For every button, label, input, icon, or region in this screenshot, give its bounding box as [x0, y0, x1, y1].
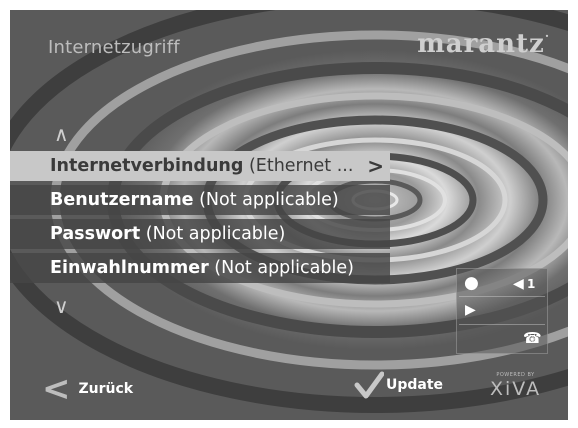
marantz-logo: marantz·	[417, 29, 550, 59]
status-panel: ● ◀ 1 ▶ ☎	[456, 268, 548, 354]
menu-item-einwahlnummer[interactable]: Einwahlnummer (Not applicable)	[10, 253, 390, 283]
menu-item-value: (Not applicable)	[193, 190, 339, 210]
scroll-up-icon[interactable]: ∧	[54, 122, 69, 146]
menu-item-value: (Ethernet ...	[243, 156, 354, 176]
scroll-down-icon[interactable]: ∨	[54, 294, 69, 318]
menu-item-internetverbindung[interactable]: Internetverbindung (Ethernet ... >	[10, 151, 390, 181]
chevron-right-icon: >	[367, 154, 384, 178]
xiva-logo: POWERED BY XiVA	[490, 372, 541, 400]
checkmark-icon	[354, 371, 384, 399]
logo-dot: ·	[544, 29, 550, 43]
water-ripple-background	[10, 10, 568, 413]
tv-screen: Internetzugriff marantz· ∧ Internetverbi…	[10, 10, 568, 420]
xiva-brand: XiVA	[490, 378, 542, 400]
play-icon: ▶	[465, 302, 476, 318]
update-button[interactable]: Update	[354, 370, 443, 400]
menu-item-name: Internetverbindung	[50, 156, 244, 176]
menu-item-passwort[interactable]: Passwort (Not applicable)	[10, 219, 390, 249]
menu-item-benutzername[interactable]: Benutzername (Not applicable)	[10, 185, 390, 215]
page-title: Internetzugriff	[48, 37, 180, 58]
volume-level: 1	[527, 277, 536, 291]
chevron-left-icon: <	[42, 369, 71, 409]
menu-item-name: Benutzername	[50, 190, 194, 210]
back-button[interactable]: < Zurück	[42, 369, 134, 409]
update-label: Update	[386, 377, 444, 393]
record-icon: ●	[464, 273, 479, 293]
logo-text: marantz	[417, 29, 545, 59]
phone-icon: ☎	[523, 329, 542, 347]
menu-item-name: Einwahlnummer	[50, 258, 209, 278]
menu-item-value: (Not applicable)	[208, 258, 354, 278]
volume-icon: ◀	[513, 276, 524, 292]
menu-item-name: Passwort	[50, 224, 141, 244]
back-label: Zurück	[78, 381, 134, 397]
divider	[459, 324, 545, 325]
menu-item-value: (Not applicable)	[140, 224, 286, 244]
divider	[459, 296, 545, 297]
